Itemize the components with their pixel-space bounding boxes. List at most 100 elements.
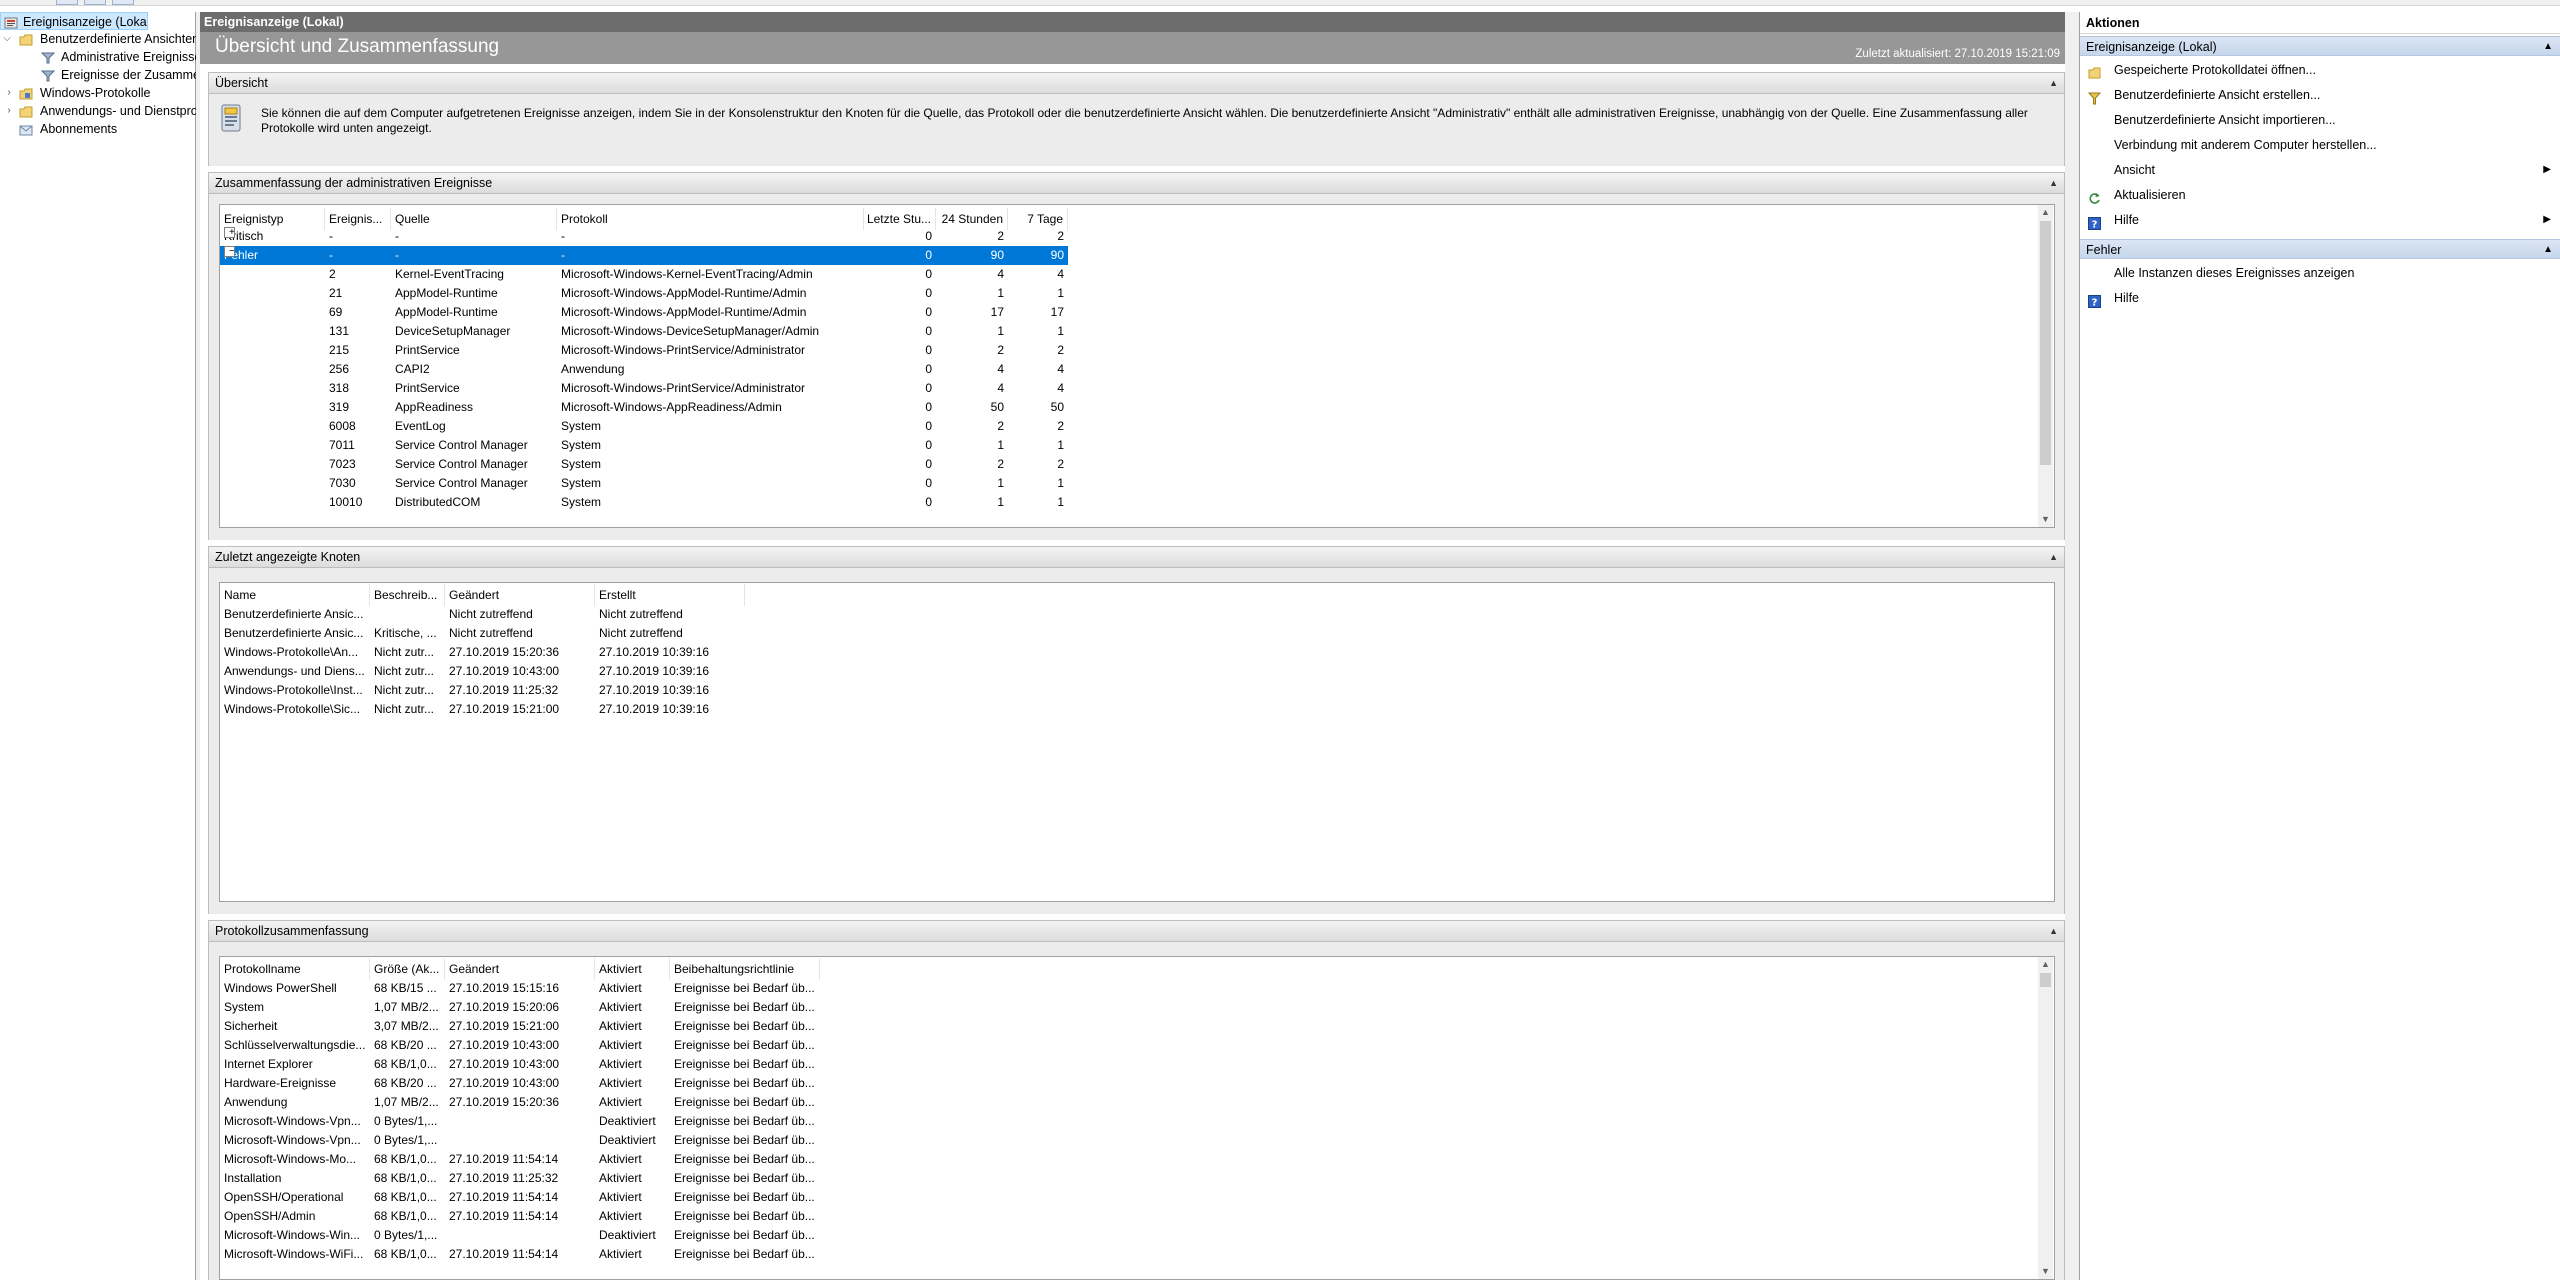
action-item[interactable]: ? Hilfe (2080, 286, 2560, 310)
table-row[interactable]: 2 Kernel-EventTracing Microsoft-Windows-Ke… (220, 265, 2020, 284)
table-row[interactable]: OpenSSH/Admin 68 KB/1,0... 27.10.2019 11:5… (220, 1207, 2020, 1226)
scroll-down-icon[interactable]: ▼ (2038, 512, 2053, 527)
cell-created: Nicht zutreffend (599, 607, 683, 621)
column-header-changed[interactable]: Geändert (445, 958, 595, 980)
vertical-scrollbar[interactable]: ▲ ▼ (2038, 957, 2053, 1279)
column-header-size[interactable]: Größe (Ak... (370, 958, 445, 980)
table-row[interactable]: Benutzerdefinierte Ansic... Nicht zutreff… (220, 605, 2020, 624)
table-row[interactable]: OpenSSH/Operational 68 KB/1,0... 27.10.201… (220, 1188, 2020, 1207)
action-item[interactable]: Ansicht ▶ (2080, 158, 2560, 182)
tree-item-app-service-logs[interactable]: › Anwendungs- und Dienstprotokolle (0, 102, 196, 120)
table-row[interactable]: Anwendungs- und Diens... Nicht zutr... 27.… (220, 662, 2020, 681)
cell-size: 68 KB/15 ... (374, 981, 437, 995)
tree-item-custom-views[interactable]: ⌵ Benutzerdefinierte Ansichten (0, 30, 196, 48)
section-log-summary-header[interactable]: Protokollzusammenfassung ▲ (208, 920, 2065, 942)
table-row[interactable]: Windows-Protokolle\Inst... Nicht zutr... 2… (220, 681, 2020, 700)
table-row[interactable]: Windows-Protokolle\Sic... Nicht zutr... 27… (220, 700, 2020, 719)
scrollbar-thumb[interactable] (2040, 973, 2051, 987)
cell-enabled: Deaktiviert (599, 1114, 656, 1128)
splitter-right[interactable] (2065, 12, 2079, 1280)
log-summary-table[interactable]: Protokollname Größe (Ak... Geändert Akti… (219, 956, 2055, 1280)
table-row[interactable]: Microsoft-Windows-Win... 0 Bytes/1,... Dea… (220, 1226, 2020, 1245)
action-item[interactable]: Alle Instanzen dieses Ereignisses anzeig… (2080, 261, 2560, 285)
section-overview-header[interactable]: Übersicht ▲ (208, 72, 2065, 94)
scroll-up-icon[interactable]: ▲ (2038, 957, 2053, 972)
scroll-up-icon[interactable]: ▲ (2038, 205, 2053, 220)
table-row[interactable]: 7011 Service Control Manager System 0 1 1 (220, 436, 2020, 455)
tree-item-subscriptions[interactable]: Abonnements (0, 120, 196, 138)
action-item[interactable]: Gespeicherte Protokolldatei öffnen... (2080, 58, 2560, 82)
chevron-right-icon[interactable]: › (4, 102, 14, 120)
table-row[interactable]: 256 CAPI2 Anwendung 0 4 4 (220, 360, 2020, 379)
chevron-up-icon[interactable]: ▲ (2049, 921, 2058, 941)
column-header-retention-policy[interactable]: Beibehaltungsrichtlinie (670, 958, 820, 980)
table-row[interactable]: Installation 68 KB/1,0... 27.10.2019 11:25… (220, 1169, 2020, 1188)
table-row[interactable]: Anwendung 1,07 MB/2... 27.10.2019 15:20:36… (220, 1093, 2020, 1112)
column-header-changed[interactable]: Geändert (445, 584, 595, 606)
chevron-up-icon[interactable]: ▲ (2543, 240, 2553, 260)
action-group-header[interactable]: Ereignisanzeige (Lokal) ▲ (2080, 36, 2560, 56)
table-row[interactable]: 319 AppReadiness Microsoft-Windows-AppRead… (220, 398, 2020, 417)
column-header-enabled[interactable]: Aktiviert (595, 958, 670, 980)
table-row[interactable]: Microsoft-Windows-Vpn... 0 Bytes/1,... Dea… (220, 1131, 2020, 1150)
table-row[interactable]: 21 AppModel-Runtime Microsoft-Windows-AppM… (220, 284, 2020, 303)
recent-nodes-table[interactable]: Name Beschreib... Geändert Erstellt Benu… (219, 582, 2055, 902)
tree-item-event-viewer-local[interactable]: Ereignisanzeige (Lokal) (0, 12, 148, 30)
tree-item-summary-events[interactable]: Ereignisse der Zusammenfassung (0, 66, 196, 84)
table-row[interactable]: Windows-Protokolle\An... Nicht zutr... 27.… (220, 643, 2020, 662)
section-admin-summary-header[interactable]: Zusammenfassung der administrativen Erei… (208, 172, 2065, 194)
action-item[interactable]: Benutzerdefinierte Ansicht importieren..… (2080, 108, 2560, 132)
column-header-description[interactable]: Beschreib... (370, 584, 445, 606)
section-recent-nodes-header[interactable]: Zuletzt angezeigte Knoten ▲ (208, 546, 2065, 568)
table-row[interactable]: 318 PrintService Microsoft-Windows-PrintSe… (220, 379, 2020, 398)
splitter-left[interactable] (196, 12, 200, 1280)
chevron-right-icon[interactable]: › (4, 84, 14, 102)
folder-icon (19, 33, 33, 46)
vertical-scrollbar[interactable]: ▲ ▼ (2038, 205, 2053, 527)
table-row[interactable]: System 1,07 MB/2... 27.10.2019 15:20:06 Akt… (220, 998, 2020, 1017)
tree-item-windows-logs[interactable]: › Windows-Protokolle (0, 84, 196, 102)
toolbar-button-properties[interactable] (112, 0, 134, 5)
table-row[interactable]: Internet Explorer 68 KB/1,0... 27.10.2019 … (220, 1055, 2020, 1074)
toolbar-button-back[interactable] (56, 0, 78, 5)
action-item[interactable]: Verbindung mit anderem Computer herstell… (2080, 133, 2560, 157)
overview-text: Sie können die auf dem Computer aufgetre… (261, 106, 2028, 135)
chevron-up-icon[interactable]: ▲ (2543, 37, 2553, 57)
table-row[interactable]: 7030 Service Control Manager System 0 1 1 (220, 474, 2020, 493)
table-row[interactable]: Microsoft-Windows-Vpn... 0 Bytes/1,... Dea… (220, 1112, 2020, 1131)
table-row[interactable]: Sicherheit 3,07 MB/2... 27.10.2019 15:21:0… (220, 1017, 2020, 1036)
chevron-up-icon[interactable]: ▲ (2049, 73, 2058, 93)
table-row[interactable]: 7023 Service Control Manager System 0 2 2 (220, 455, 2020, 474)
table-row[interactable]: 69 AppModel-Runtime Microsoft-Windows-AppM… (220, 303, 2020, 322)
chevron-up-icon[interactable]: ▲ (2049, 547, 2058, 567)
action-item[interactable]: Aktualisieren (2080, 183, 2560, 207)
action-item[interactable]: ? Hilfe ▶ (2080, 208, 2560, 232)
cell-h1: 0 (925, 362, 932, 376)
column-header-log-name[interactable]: Protokollname (220, 958, 370, 980)
table-row[interactable]: Microsoft-Windows-Mo... 68 KB/1,0... 27.10… (220, 1150, 2020, 1169)
table-row[interactable]: Schlüsselverwaltungsdie... 68 KB/20 ... 27… (220, 1036, 2020, 1055)
scrollbar-thumb[interactable] (2040, 221, 2051, 465)
table-row[interactable]: 215 PrintService Microsoft-Windows-PrintSe… (220, 341, 2020, 360)
admin-summary-table[interactable]: Ereignistyp Ereignis... Quelle Protokoll… (219, 204, 2055, 528)
column-header-created[interactable]: Erstellt (595, 584, 745, 606)
table-row[interactable]: 131 DeviceSetupManager Microsoft-Windows-D… (220, 322, 2020, 341)
table-row[interactable]: Windows PowerShell 68 KB/15 ... 27.10.2019… (220, 979, 2020, 998)
table-row[interactable]: Microsoft-Windows-WiFi... 68 KB/1,0... 27.… (220, 1245, 2020, 1264)
table-row[interactable]: + Kritisch - - -0 2 2 (220, 227, 2020, 246)
scroll-down-icon[interactable]: ▼ (2038, 1264, 2053, 1279)
action-item[interactable]: Benutzerdefinierte Ansicht erstellen... (2080, 83, 2560, 107)
table-row[interactable]: 10010 DistributedCOM System 0 1 1 (220, 493, 2020, 512)
table-row[interactable]: Hardware-Ereignisse 68 KB/20 ... 27.10.201… (220, 1074, 2020, 1093)
table-row[interactable]: Benutzerdefinierte Ansic... Kritische, ..… (220, 624, 2020, 643)
collapse-icon[interactable]: − (224, 246, 235, 257)
toolbar-button-forward[interactable] (84, 0, 106, 5)
table-row[interactable]: 6008 EventLog System 0 2 2 (220, 417, 2020, 436)
column-header-name[interactable]: Name (220, 584, 370, 606)
action-group-header[interactable]: Fehler ▲ (2080, 239, 2560, 259)
chevron-down-icon[interactable]: ⌵ (2, 30, 12, 48)
expand-icon[interactable]: + (224, 227, 235, 238)
chevron-up-icon[interactable]: ▲ (2049, 173, 2058, 193)
table-row[interactable]: − Fehler - - -0 90 90 (220, 246, 1068, 265)
tree-item-administrative-events[interactable]: Administrative Ereignisse (0, 48, 196, 66)
